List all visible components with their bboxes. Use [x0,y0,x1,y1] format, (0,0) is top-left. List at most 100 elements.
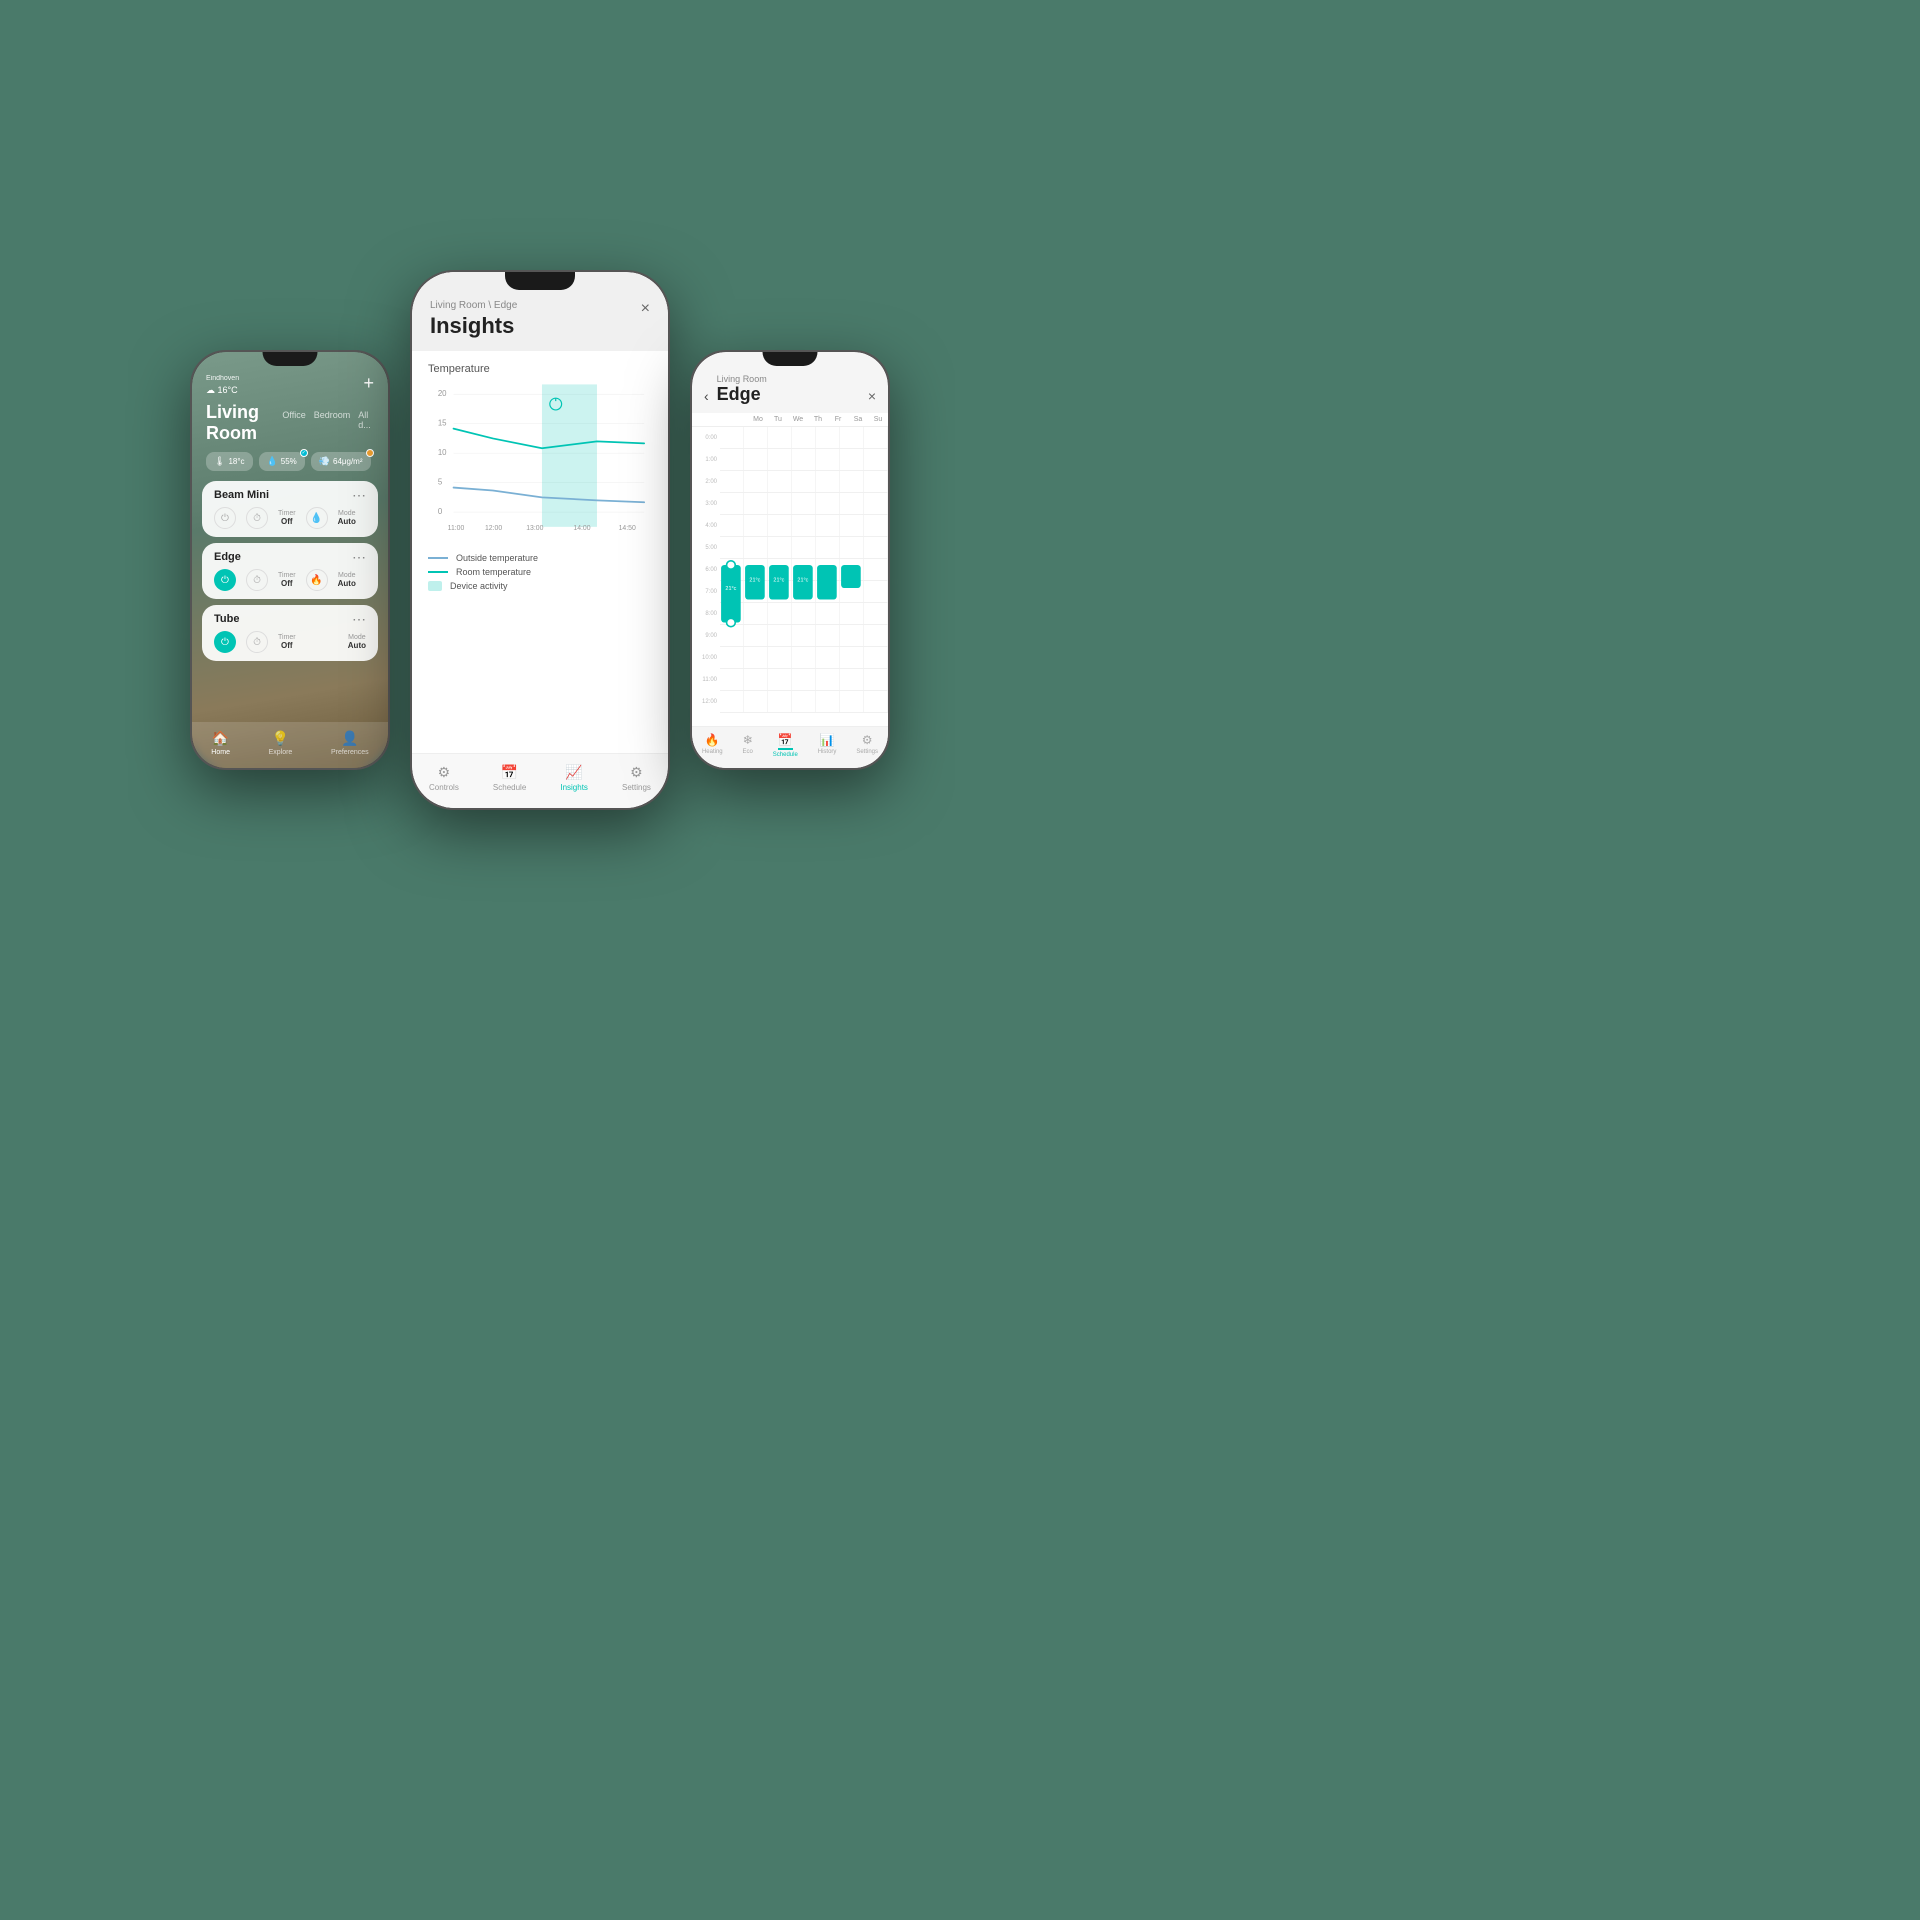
tube-mode-label: Mode Auto [348,634,366,650]
day-sa: Sa [848,413,868,426]
beam-mini-card: Beam Mini ⋯ ⏻ ⏱ Timer Off 💧 [202,481,378,537]
right-nav-schedule[interactable]: 📅 Schedule [773,733,798,758]
air-stat: 💨 64μg/m² [311,452,371,471]
svg-text:14:00: 14:00 [573,525,590,532]
time-9: 9:00 [692,625,720,647]
nav-home[interactable]: 🏠 Home [211,730,230,756]
center-breadcrumb: Living Room \ Edge [430,300,650,311]
sched-row-4 [720,515,888,537]
time-8: 8:00 [692,603,720,625]
heating-icon: 🔥 [705,733,720,747]
room-name[interactable]: Living Room [206,402,274,444]
right-nav-settings[interactable]: ⚙ Settings [856,733,878,758]
device-cards: Beam Mini ⋯ ⏻ ⏱ Timer Off 💧 [192,481,388,722]
center-bottom-nav: ⚙ Controls 📅 Schedule 📈 Insights ⚙ Setti… [412,753,668,808]
svg-text:5: 5 [438,478,443,487]
room-tabs: Living Room Office Bedroom All d... [192,402,388,452]
edge-card: Edge ⋯ ⏻ ⏱ Timer Off 🔥 M [202,543,378,599]
beam-mini-drop[interactable]: 💧 [306,507,328,529]
svg-text:15: 15 [438,419,447,428]
right-close-button[interactable]: × [868,388,876,404]
activity-box [428,581,442,591]
city-label: Eindhoven [206,374,239,384]
day-su: Su [868,413,888,426]
center-nav-insights[interactable]: 📈 Insights [560,764,588,792]
edge-power[interactable]: ⏻ [214,569,236,591]
chart-legend: Outside temperature Room temperature Dev… [428,553,652,591]
tube-timer-label: Timer Off [278,634,296,650]
add-button[interactable]: + [363,374,374,392]
tube-timer[interactable]: ⏱ [246,631,268,653]
nav-preferences-label: Preferences [331,749,369,756]
edge-mode-label: Mode Auto [338,572,356,588]
day-fr: Fr [828,413,848,426]
time-5: 5:00 [692,537,720,559]
center-nav-controls[interactable]: ⚙ Controls [429,764,459,792]
insights-icon: 📈 [565,764,582,781]
center-nav-schedule[interactable]: 📅 Schedule [493,764,526,792]
schedule-icon: 📅 [501,764,518,781]
close-button[interactable]: × [641,300,650,318]
center-notch [505,272,575,290]
bedroom-tab[interactable]: Bedroom [314,410,351,420]
center-title: Insights [430,313,650,339]
svg-text:10: 10 [438,448,447,457]
nav-explore[interactable]: 💡 Explore [269,730,293,756]
humidity-value: 55% [281,457,297,466]
sched-row-1 [720,449,888,471]
history-icon: 📊 [820,733,835,747]
humidity-stat: 💧 55% ✓ [259,452,305,471]
svg-text:14:50: 14:50 [619,525,636,532]
sched-row-12 [720,691,888,713]
schedule-grid: Mo Tu We Th Fr Sa Su 0:00 1:00 2:00 3 [692,413,888,726]
beam-mini-menu[interactable]: ⋯ [352,492,366,499]
right-power-btn[interactable] [888,442,890,477]
temp-stat-value: 18°c [228,457,244,466]
sched-row-9 [720,625,888,647]
right-nav-heating-label: Heating [702,749,723,755]
nav-preferences[interactable]: 👤 Preferences [331,730,369,756]
center-power-btn[interactable] [668,362,670,397]
sched-row-5 [720,537,888,559]
legend-room-temp: Room temperature [428,567,652,577]
right-nav-eco[interactable]: ❄ Eco [743,733,753,758]
day-header: Mo Tu We Th Fr Sa Su [692,413,888,427]
temp-stat: 🌡 18°c [206,452,253,471]
warning-badge [366,449,374,457]
right-nav-heating[interactable]: 🔥 Heating [702,733,723,758]
sched-row-3 [720,493,888,515]
sched-row-2 [720,471,888,493]
edge-timer[interactable]: ⏱ [246,569,268,591]
weather-icon: ☁ [206,385,215,395]
right-nav-settings-label: Settings [856,749,878,755]
edge-flame[interactable]: 🔥 [306,569,328,591]
temperature-chart: 20 15 10 5 0 [428,383,652,543]
office-tab[interactable]: Office [282,410,305,420]
right-nav-history[interactable]: 📊 History [818,733,837,758]
svg-text:20: 20 [438,389,447,398]
all-tab[interactable]: All d... [358,410,374,430]
back-button[interactable]: ‹ [704,388,709,404]
beam-mini-timer[interactable]: ⏱ [246,507,268,529]
tube-power[interactable]: ⏻ [214,631,236,653]
sched-row-10 [720,647,888,669]
tube-menu[interactable]: ⋯ [352,616,366,623]
power-button[interactable] [388,442,390,477]
right-breadcrumb: Living Room [717,374,864,384]
day-mo: Mo [748,413,768,426]
schedule-cells: 21°c 21°c 21°c 21°c [720,427,888,726]
beam-mini-power[interactable]: ⏻ [214,507,236,529]
temp-label: ☁ 16°C [206,384,239,397]
schedule-nav-icon: 📅 [778,733,793,750]
time-4: 4:00 [692,515,720,537]
activity-label: Device activity [450,581,508,591]
edge-menu[interactable]: ⋯ [352,554,366,561]
center-phone: Living Room \ Edge Insights × Temperatur… [410,270,670,810]
time-2: 2:00 [692,471,720,493]
time-10: 10:00 [692,647,720,669]
center-nav-settings[interactable]: ⚙ Settings [622,764,651,792]
svg-text:12:00: 12:00 [485,525,502,532]
right-bottom-nav: 🔥 Heating ❄ Eco 📅 Schedule 📊 History [692,726,888,768]
right-settings-icon: ⚙ [862,733,873,747]
room-temp-label: Room temperature [456,567,531,577]
